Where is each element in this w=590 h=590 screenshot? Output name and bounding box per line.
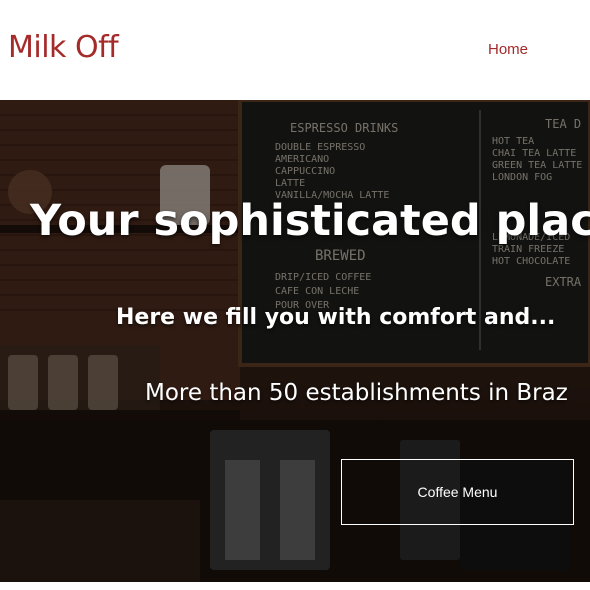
page-bottom-strip [0, 582, 590, 590]
hero-subheadline: Here we fill you with comfort and... [116, 305, 556, 330]
brand-logo[interactable]: Milk Off [8, 30, 119, 65]
site-header: Milk Off Home [0, 0, 590, 100]
coffee-menu-button[interactable]: Coffee Menu [341, 459, 574, 525]
nav-home-link[interactable]: Home [488, 41, 528, 58]
hero-tagline: More than 50 establishments in Braz [145, 380, 568, 406]
hero-headline: Your sophisticated place t [30, 196, 590, 246]
page: Milk Off Home ESPRESSO DRINKS DOUBLE ESP… [0, 0, 590, 590]
hero-section: ESPRESSO DRINKS DOUBLE ESPRESSO AMERICAN… [0, 100, 590, 582]
